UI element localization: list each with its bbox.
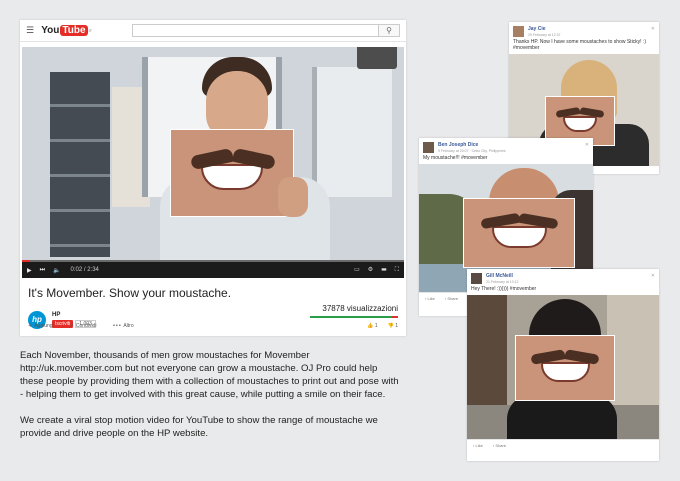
avatar[interactable]	[471, 273, 482, 284]
close-icon[interactable]: ✕	[651, 26, 655, 32]
add-to-label: Aggiungi	[34, 323, 54, 329]
share-link[interactable]: Share	[493, 443, 506, 448]
fullscreen-icon[interactable]: ⛶	[395, 266, 399, 274]
search-button[interactable]: ⚲	[379, 24, 400, 37]
youtube-logo[interactable]: You Tube IT	[41, 25, 92, 36]
video-time: 0:02 / 2:34	[70, 267, 99, 273]
logo-you: You	[41, 25, 60, 36]
youtube-header: ☰ You Tube IT ⚲	[20, 20, 406, 42]
avatar[interactable]	[513, 26, 524, 37]
thumbs-down-icon: 👎	[387, 323, 394, 329]
post-actions: Like Share	[467, 439, 659, 451]
background-lamp	[357, 47, 397, 69]
youtube-video-page: ☰ You Tube IT ⚲ ▶ ⏭ 🔈 0:02 / 2:34 ▭ ⚙ ▬ …	[20, 20, 406, 336]
settings-icon[interactable]: ⚙	[368, 266, 373, 274]
smile-mouth	[201, 164, 263, 190]
description-paragraph-2: We create a viral stop motion video for …	[20, 414, 378, 439]
channel-name[interactable]: HP	[52, 312, 96, 318]
captions-icon[interactable]: ▭	[354, 266, 360, 274]
post-time: 9 February at 20:07 · Cebu City, Philipp…	[438, 149, 506, 153]
add-to-action[interactable]: + Aggiungi	[28, 323, 54, 329]
moustache-mouth-card	[170, 129, 294, 217]
background-shelf	[50, 72, 110, 257]
moustache-graphic	[191, 152, 275, 166]
close-icon[interactable]: ✕	[651, 273, 655, 279]
post-author[interactable]: Gill McNeill	[486, 273, 519, 279]
plus-icon: +	[28, 323, 33, 329]
like-link[interactable]: Like	[473, 443, 483, 448]
dislike-count: 1	[395, 323, 398, 329]
avatar[interactable]	[423, 142, 434, 153]
facebook-post-3: Gill McNeill 21 February at 13:12 ✕ Hey …	[467, 269, 659, 461]
post-time: 21 February at 13:12	[486, 280, 519, 284]
next-icon[interactable]: ⏭	[40, 266, 45, 274]
video-controls: ▶ ⏭ 🔈 0:02 / 2:34 ▭ ⚙ ▬ ⛶	[22, 262, 404, 278]
man-holding-mouth-card	[140, 57, 340, 262]
close-icon[interactable]: ✕	[585, 142, 589, 148]
man-hand	[278, 177, 308, 217]
view-count: 37878 visualizzazioni	[322, 304, 398, 313]
share-link[interactable]: Share	[445, 296, 458, 301]
moustache-mouth-card	[463, 198, 575, 268]
post-time: 29 February at 12:37	[528, 33, 561, 37]
share-icon: ↗	[69, 323, 74, 329]
moustache-mouth-card	[515, 335, 615, 401]
play-icon[interactable]: ▶	[27, 267, 32, 274]
more-label: Altro	[123, 323, 134, 329]
photo-woman-top	[507, 395, 617, 439]
share-action[interactable]: ↗ Condividi	[70, 323, 97, 329]
like-count: 1	[374, 323, 378, 329]
description-paragraph-1: Each November, thousands of men grow mou…	[20, 350, 399, 400]
post-author[interactable]: Ben Joseph Dice	[438, 142, 506, 148]
post-author[interactable]: Jay Cie	[528, 26, 561, 32]
volume-icon[interactable]: 🔈	[53, 267, 60, 274]
search-icon: ⚲	[386, 26, 393, 35]
theater-icon[interactable]: ▬	[381, 266, 387, 274]
like-button[interactable]: 👍 1	[367, 323, 377, 329]
logo-region: IT	[88, 28, 93, 33]
share-label: Condividi	[75, 323, 97, 329]
post-photo[interactable]	[467, 295, 659, 439]
like-ratio-bar	[310, 316, 398, 318]
thumbs-up-icon: 👍	[367, 323, 374, 329]
campaign-description: Each November, thousands of men grow mou…	[20, 350, 400, 440]
post-text: My moustache!!! #movember	[423, 155, 488, 161]
post-text: Thanks HP. Now I have some moustaches to…	[513, 39, 647, 51]
menu-icon[interactable]: ☰	[26, 26, 39, 36]
search-input[interactable]	[132, 24, 380, 37]
more-icon: •••	[112, 323, 122, 329]
more-action[interactable]: ••• Altro	[112, 323, 133, 329]
dislike-button[interactable]: 👎 1	[388, 323, 398, 329]
like-dislike: 👍 1 👎 1	[367, 323, 398, 329]
post-text: Hey There! :)))))) #movember	[471, 286, 537, 292]
video-title: It's Movember. Show your moustache.	[28, 286, 232, 300]
video-actions: + Aggiungi ↗ Condividi ••• Altro	[28, 323, 134, 329]
like-link[interactable]: Like	[425, 296, 435, 301]
logo-tube: Tube	[60, 25, 88, 36]
video-player[interactable]	[22, 47, 404, 262]
